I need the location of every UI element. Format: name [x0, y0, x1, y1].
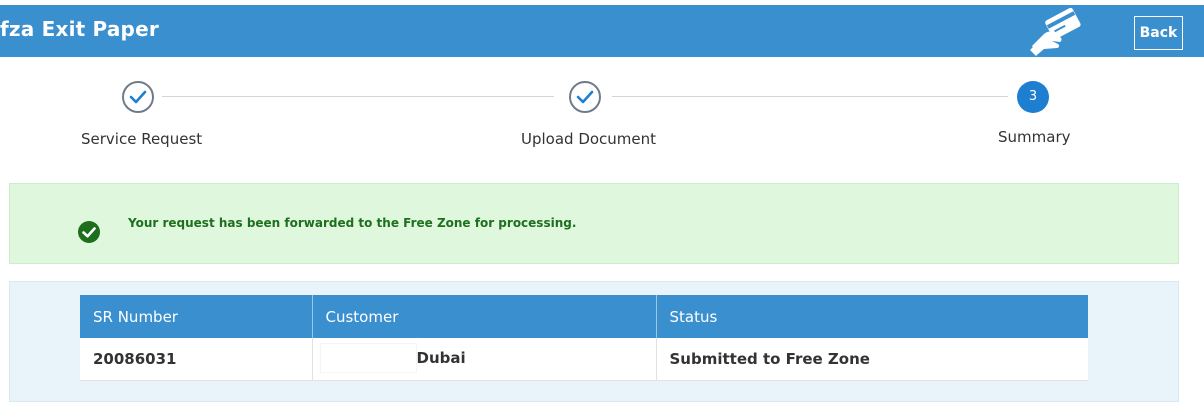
step-label-service-request: Service Request: [81, 130, 203, 148]
step-3-indicator: 3: [1017, 81, 1049, 113]
customer-cell: Dubai: [312, 338, 657, 381]
hand-card-icon: [1028, 6, 1084, 56]
column-header-customer: Customer: [312, 295, 657, 338]
step-2-indicator: [569, 81, 601, 113]
step-1-indicator: [122, 81, 154, 113]
summary-panel: SR Number Customer Status 20086031 Dubai…: [9, 281, 1179, 402]
alert-message: Your request has been forwarded to the F…: [128, 216, 577, 230]
success-alert: Your request has been forwarded to the F…: [9, 183, 1179, 264]
column-header-sr-number: SR Number: [80, 295, 313, 338]
sr-number-cell: 20086031: [80, 338, 313, 381]
progress-stepper: 3 Service Request Upload Document Summar…: [0, 57, 1204, 167]
check-icon: [576, 90, 594, 104]
redacted-region: [320, 344, 416, 372]
app-title: fza Exit Paper: [0, 17, 159, 41]
back-button[interactable]: Back: [1134, 16, 1183, 50]
table-header-row: SR Number Customer Status: [80, 295, 1088, 338]
check-circle-icon: [78, 221, 100, 243]
app-header: fza Exit Paper Back: [0, 5, 1204, 57]
check-icon: [129, 90, 147, 104]
column-header-status: Status: [656, 295, 1088, 338]
step-connector: [612, 96, 1008, 97]
step-label-summary: Summary: [998, 128, 1071, 146]
step-connector: [162, 96, 554, 97]
summary-table: SR Number Customer Status 20086031 Dubai…: [80, 295, 1088, 381]
step-number: 3: [1028, 89, 1038, 104]
step-label-upload-document: Upload Document: [521, 130, 657, 148]
status-cell: Submitted to Free Zone: [656, 338, 1088, 381]
table-row: 20086031 Dubai Submitted to Free Zone: [80, 338, 1088, 381]
customer-name: Dubai: [416, 349, 466, 367]
